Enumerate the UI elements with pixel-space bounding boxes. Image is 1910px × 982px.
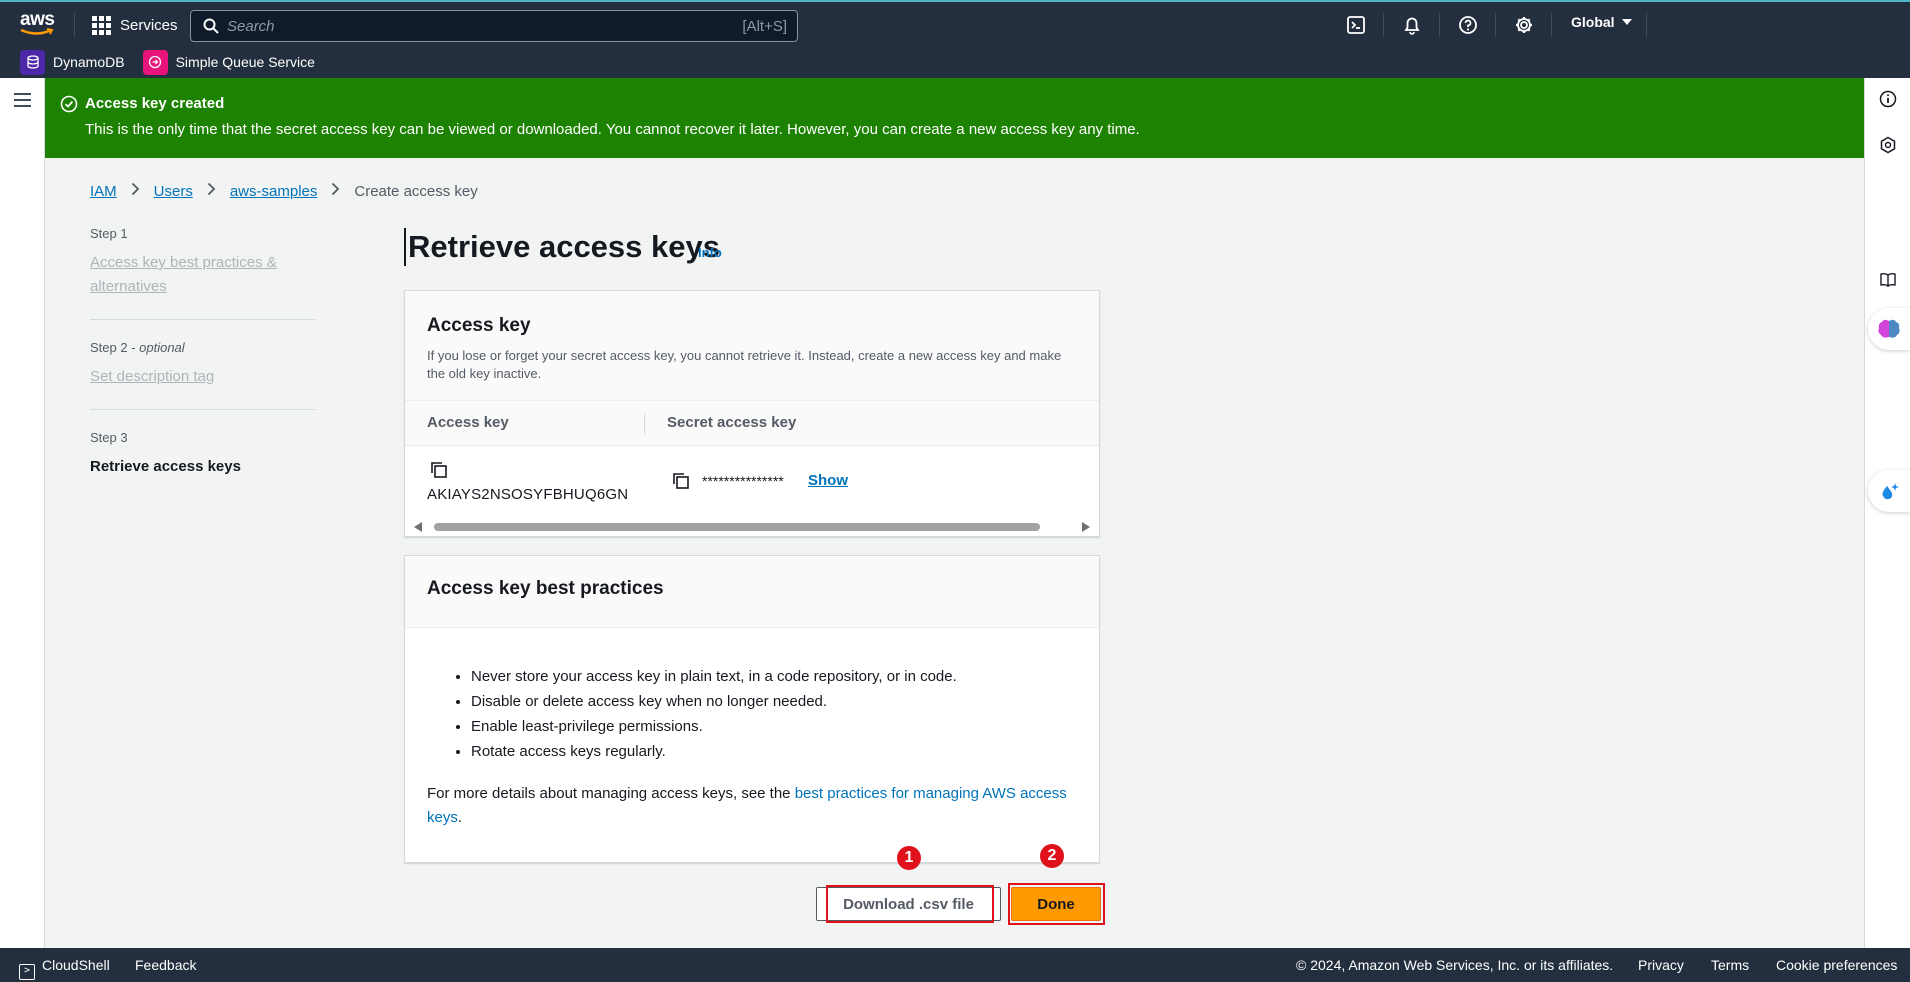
hexagon-icon[interactable] [1877,134,1899,156]
footer-feedback[interactable]: Feedback [135,957,196,973]
search-icon [203,18,219,34]
top-navigation: aws Services Search [Alt+S] Global [0,0,1910,46]
scroll-left-arrow[interactable] [414,522,422,532]
favorite-dynamodb[interactable]: DynamoDB [20,49,125,75]
sqs-icon [142,49,168,75]
horizontal-scrollbar[interactable] [405,517,1099,536]
panel-title: Access key [427,315,531,336]
region-label: Global [1571,14,1615,30]
step-current-label: Retrieve access keys [90,458,241,475]
success-flash-banner: Access key created This is the only time… [45,78,1864,158]
terminal-icon: > [19,964,35,980]
step-3: Step 3 Retrieve access keys [90,430,315,499]
search-placeholder: Search [227,17,275,35]
breadcrumb: IAM Users aws-samples Create access key [90,182,478,200]
access-key-panel: Access key If you lose or forget your se… [404,290,1100,537]
flash-message: This is the only time that the secret ac… [85,121,1140,138]
brain-icon[interactable] [1868,308,1910,350]
breadcrumb-users[interactable]: Users [154,183,193,200]
region-selector[interactable]: Global [1571,14,1632,30]
copy-icon[interactable] [671,471,691,491]
help-icon[interactable] [1457,14,1479,36]
key-table-header: Access key Secret access key [405,401,1099,446]
footer-cookie-preferences[interactable]: Cookie preferences [1776,957,1897,973]
best-practices-list: Never store your access key in plain tex… [471,664,1099,764]
info-link[interactable]: Info [698,245,722,260]
info-icon[interactable] [1877,88,1899,110]
caret-down-icon [1621,19,1632,25]
services-label: Services [120,16,178,34]
wizard-steps: Step 1 Access key best practices & alter… [90,226,315,519]
page-title: Retrieve access keys [404,228,720,266]
highlight-box-done [1008,883,1105,925]
step-1: Step 1 Access key best practices & alter… [90,226,315,320]
menu-icon[interactable] [14,93,31,111]
annotation-marker-2: 2 [1040,844,1064,868]
access-key-id: AKIAYS2NSOSYFBHUQ6GN [427,486,629,503]
secret-access-key: *************** [702,473,784,489]
best-practices-panel: Access key best practices Never store yo… [404,555,1100,863]
panel-title: Access key best practices [427,578,664,599]
column-secret-key: Secret access key [667,414,797,431]
chevron-right-icon [131,182,140,200]
chevron-right-icon [207,182,216,200]
step-link: Set description tag [90,368,215,385]
chevron-right-icon [331,182,340,200]
breadcrumb-iam[interactable]: IAM [90,183,117,200]
check-circle-icon [60,95,78,113]
scrollbar-thumb[interactable] [434,523,1040,531]
droplet-icon[interactable] [1868,470,1910,512]
column-access-key: Access key [427,414,509,431]
more-details-text: For more details about managing access k… [427,785,1067,826]
step-link: Access key best practices & alternatives [90,254,277,295]
footer-copyright: © 2024, Amazon Web Services, Inc. or its… [1296,957,1614,973]
gear-icon[interactable] [1513,14,1535,36]
right-rail [1864,78,1910,948]
show-secret-link[interactable]: Show [808,472,848,489]
step-2: Step 2 - optional Set description tag [90,340,315,410]
left-rail [0,78,45,948]
search-input[interactable]: Search [Alt+S] [190,10,798,42]
favorite-label: Simple Queue Service [175,54,315,70]
step-number: Step 2 - optional [90,340,185,355]
nav-divider [74,13,75,37]
list-item: Never store your access key in plain tex… [471,664,1099,689]
services-menu[interactable]: Services [92,13,178,37]
highlight-box-download [826,885,994,923]
footer: > CloudShell Feedback © 2024, Amazon Web … [0,948,1910,982]
step-number: Step 1 [90,226,128,241]
breadcrumb-current: Create access key [354,182,478,200]
favorite-sqs[interactable]: Simple Queue Service [142,49,315,75]
grid-icon [92,15,111,35]
panel-header: Access key If you lose or forget your se… [405,291,1099,401]
dynamodb-icon [20,49,45,75]
footer-privacy[interactable]: Privacy [1638,957,1684,973]
list-item: Disable or delete access key when no lon… [471,689,1099,714]
flash-title: Access key created [85,95,225,112]
step-number: Step 3 [90,430,128,445]
favorites-bar: DynamoDB Simple Queue Service [0,46,1910,78]
scroll-right-arrow[interactable] [1082,522,1090,532]
breadcrumb-user[interactable]: aws-samples [230,183,318,200]
annotation-marker-1: 1 [897,846,921,870]
aws-logo[interactable]: aws [20,9,56,39]
favorite-label: DynamoDB [53,54,125,70]
bell-icon[interactable] [1401,14,1423,36]
list-item: Rotate access keys regularly. [471,739,1099,764]
search-shortcut: [Alt+S] [742,17,787,35]
footer-terms[interactable]: Terms [1711,957,1749,973]
panel-description: If you lose or forget your secret access… [427,348,1062,381]
cloudshell-icon[interactable] [1345,14,1367,36]
table-row: AKIAYS2NSOSYFBHUQ6GN *************** Sho… [405,446,1099,514]
panel-header: Access key best practices [405,556,1099,628]
list-item: Enable least-privilege permissions. [471,714,1099,739]
footer-cloudshell[interactable]: > CloudShell [19,957,110,980]
book-icon[interactable] [1877,269,1899,291]
copy-icon[interactable] [429,460,449,480]
